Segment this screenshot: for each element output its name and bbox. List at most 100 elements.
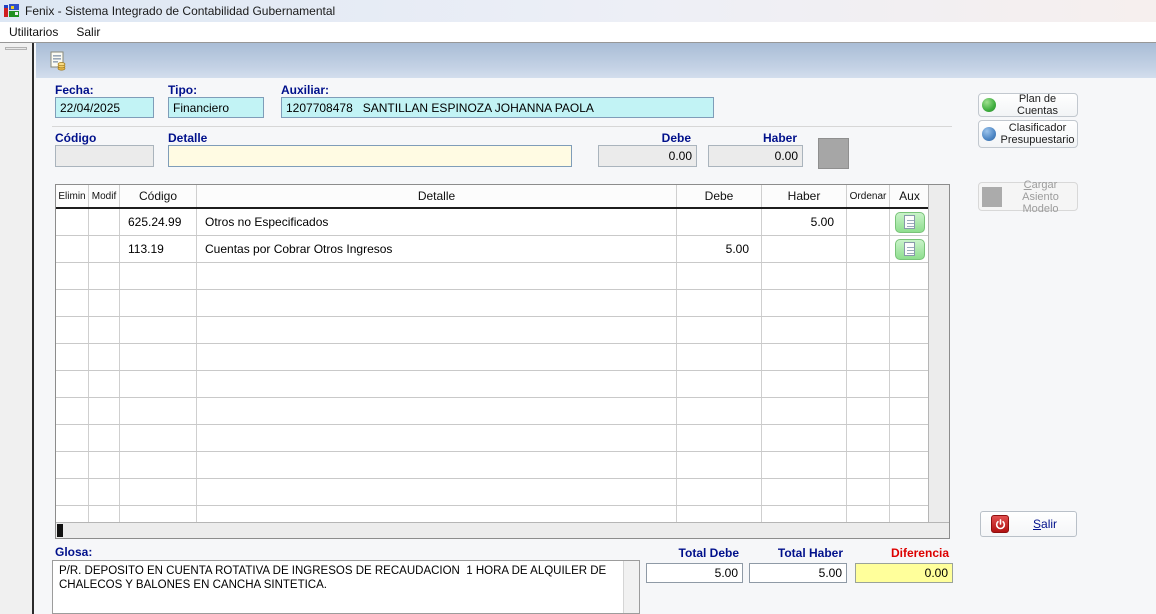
table-row[interactable] [56, 452, 949, 479]
table-row[interactable] [56, 479, 949, 506]
table-cell: Cuentas por Cobrar Otros Ingresos [197, 236, 677, 262]
table-cell [847, 209, 890, 235]
table-cell: 5.00 [677, 236, 762, 262]
table-cell [197, 371, 677, 397]
haber-input[interactable] [708, 145, 803, 167]
table-cell [677, 209, 762, 235]
clasificador-presupuestario-button[interactable]: Clasificador Presupuestario [978, 120, 1078, 148]
table-cell [120, 317, 197, 343]
table-cell [762, 344, 847, 370]
table-cell [197, 398, 677, 424]
table-cell [762, 290, 847, 316]
table-cell [120, 290, 197, 316]
table-horizontal-scrollbar[interactable] [56, 522, 949, 538]
auxiliar-label: Auxiliar: [281, 83, 329, 97]
entries-table: EliminModifCódigoDetalleDebeHaberOrdenar… [55, 184, 950, 539]
codigo-input[interactable] [55, 145, 154, 167]
total-debe-input[interactable] [646, 563, 743, 583]
table-cell [56, 452, 89, 478]
table-cell [56, 344, 89, 370]
table-cell [56, 398, 89, 424]
table-row[interactable] [56, 371, 949, 398]
gray-square-icon [982, 187, 1002, 207]
document-with-coins-icon [48, 51, 68, 71]
menu-salir[interactable]: Salir [67, 23, 109, 41]
collapsed-side-panel[interactable] [0, 43, 34, 614]
total-haber-label: Total Haber [749, 546, 843, 560]
table-cell [847, 236, 890, 262]
table-cell [762, 479, 847, 505]
debe-input[interactable] [598, 145, 697, 167]
titlebar: Fenix - Sistema Integrado de Contabilida… [0, 0, 1156, 22]
table-cell [197, 317, 677, 343]
detalle-input[interactable] [168, 145, 572, 167]
cargar-asiento-modelo-button[interactable]: Cargar Asiento Modelo [978, 182, 1078, 211]
cargar-asiento-label: Cargar Asiento Modelo [1007, 179, 1074, 215]
separator-line [52, 126, 952, 127]
column-header: Detalle [197, 185, 677, 207]
table-cell [847, 398, 890, 424]
table-cell [762, 371, 847, 397]
table-cell [89, 317, 120, 343]
column-header: Modif [89, 185, 120, 207]
table-row[interactable] [56, 425, 949, 452]
detalle-label: Detalle [168, 131, 207, 145]
glosa-textarea[interactable]: P/R. DEPOSITO EN CUENTA ROTATIVA DE INGR… [52, 560, 640, 614]
table-cell [890, 290, 930, 316]
app-icon [4, 3, 20, 19]
table-row[interactable] [56, 290, 949, 317]
table-cell [890, 236, 930, 262]
scrollbar-thumb[interactable] [57, 524, 63, 537]
table-row[interactable] [56, 398, 949, 425]
table-row[interactable]: 625.24.99Otros no Especificados5.00 [56, 209, 949, 236]
table-row[interactable]: 113.19Cuentas por Cobrar Otros Ingresos5… [56, 236, 949, 263]
table-cell [197, 425, 677, 451]
table-header: EliminModifCódigoDetalleDebeHaberOrdenar… [56, 185, 949, 209]
table-row[interactable] [56, 317, 949, 344]
table-cell [197, 479, 677, 505]
table-cell [847, 479, 890, 505]
power-icon [991, 515, 1009, 533]
panel-grip-handle[interactable] [5, 47, 27, 50]
table-cell [56, 290, 89, 316]
table-cell: 113.19 [120, 236, 197, 262]
table-cell [197, 344, 677, 370]
aux-button[interactable] [895, 239, 925, 260]
table-cell [890, 398, 930, 424]
table-cell [847, 344, 890, 370]
table-row[interactable] [56, 263, 949, 290]
table-cell [762, 263, 847, 289]
table-cell [847, 371, 890, 397]
auxiliar-input[interactable] [281, 97, 714, 118]
table-cell [847, 452, 890, 478]
table-cell [677, 398, 762, 424]
table-row[interactable] [56, 344, 949, 371]
table-cell [89, 236, 120, 262]
window-title: Fenix - Sistema Integrado de Contabilida… [25, 4, 335, 18]
table-vertical-scrollbar[interactable] [928, 185, 949, 523]
aux-button[interactable] [895, 212, 925, 233]
add-entry-square-button[interactable] [818, 138, 849, 169]
clasificador-label: Clasificador Presupuestario [1001, 122, 1075, 146]
table-cell [197, 263, 677, 289]
glosa-scrollbar[interactable] [623, 561, 639, 613]
salir-label: Salir [1033, 517, 1057, 531]
menu-utilitarios[interactable]: Utilitarios [0, 23, 67, 41]
diferencia-input[interactable] [855, 563, 953, 583]
table-cell [120, 479, 197, 505]
total-haber-input[interactable] [749, 563, 847, 583]
table-cell [890, 317, 930, 343]
column-header: Elimin [56, 185, 89, 207]
table-cell [89, 209, 120, 235]
new-entry-button[interactable] [46, 49, 70, 73]
tipo-input[interactable] [168, 97, 264, 118]
table-cell [847, 263, 890, 289]
table-cell [120, 344, 197, 370]
salir-button[interactable]: Salir [980, 511, 1077, 537]
blue-sphere-icon [982, 127, 996, 141]
table-cell [890, 344, 930, 370]
document-icon [904, 242, 915, 256]
table-cell [120, 398, 197, 424]
fecha-input[interactable] [55, 97, 154, 118]
plan-de-cuentas-button[interactable]: Plan de Cuentas [978, 93, 1078, 117]
